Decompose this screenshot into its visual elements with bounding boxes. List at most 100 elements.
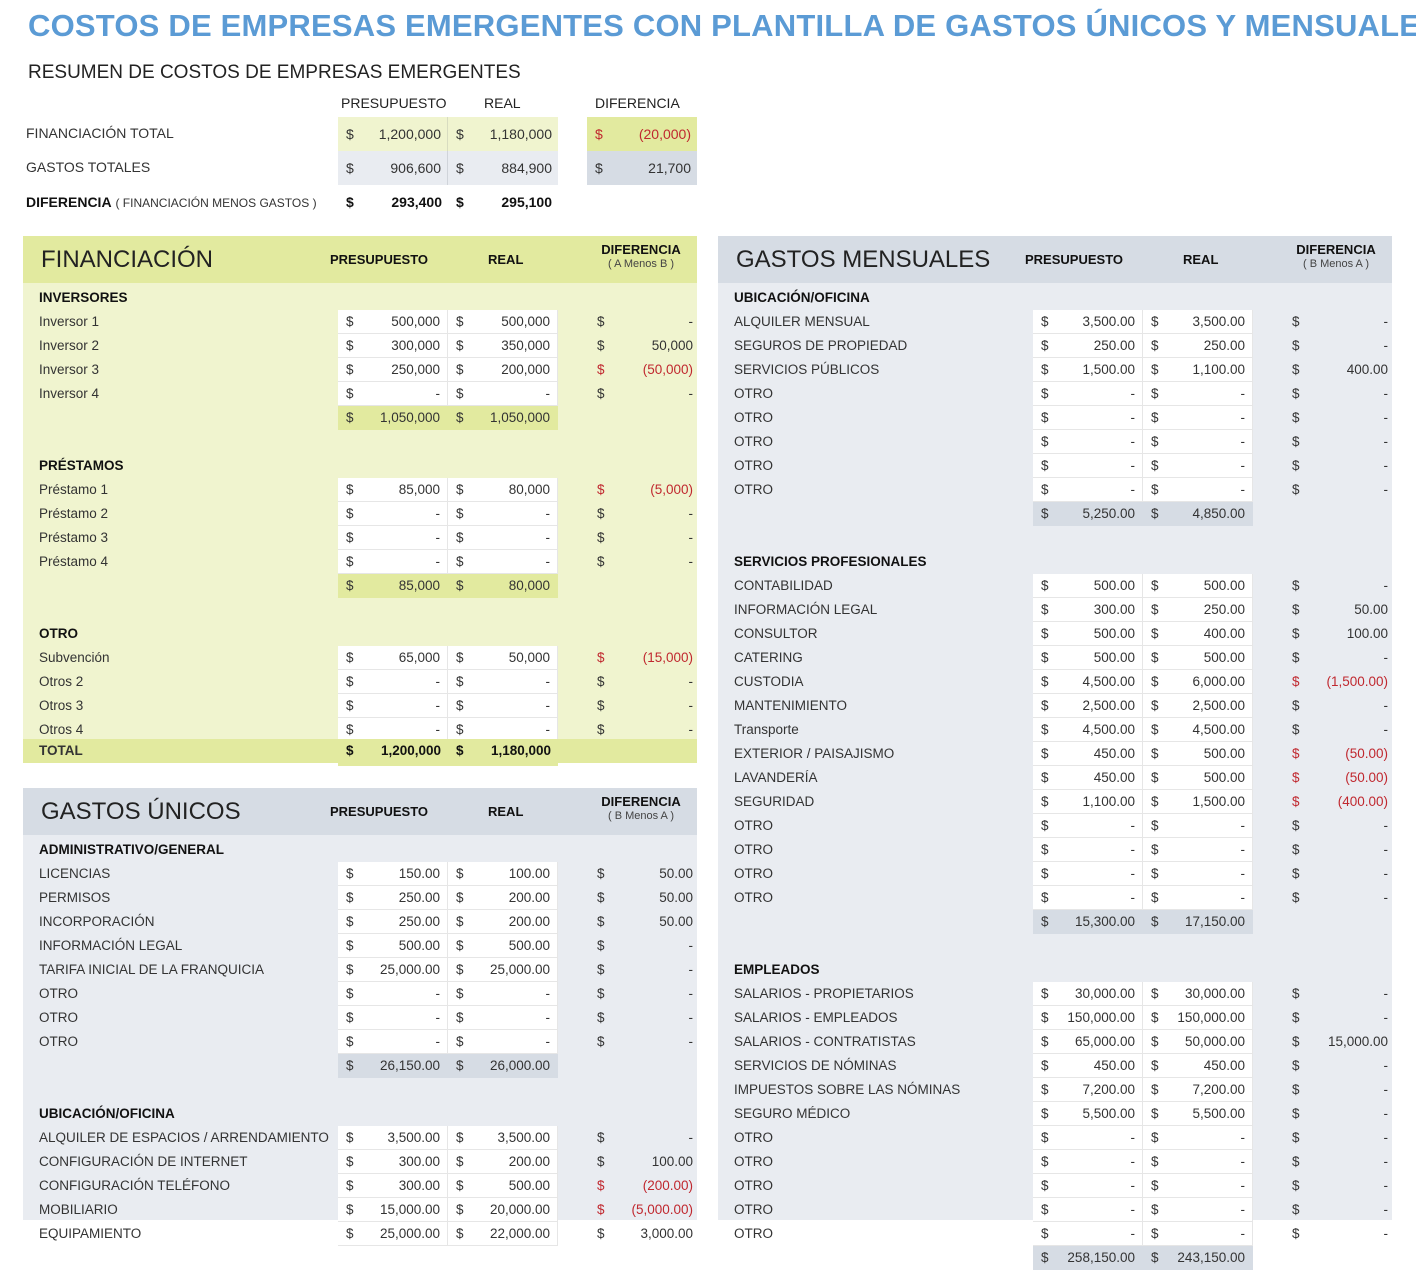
actual-input[interactable]: $ - xyxy=(448,502,558,526)
budget-input[interactable]: $ - xyxy=(338,694,448,718)
budget-input[interactable]: $ - xyxy=(1033,886,1143,910)
actual-input[interactable]: $1,100.00 xyxy=(1143,358,1253,382)
actual-input[interactable]: $500.00 xyxy=(1143,766,1253,790)
budget-input[interactable]: $ - xyxy=(1033,838,1143,862)
budget-input[interactable]: $65,000 xyxy=(338,646,448,670)
actual-input[interactable]: $500.00 xyxy=(1143,574,1253,598)
budget-input[interactable]: $85,000 xyxy=(338,478,448,502)
budget-input[interactable]: $ - xyxy=(1033,430,1143,454)
budget-input[interactable]: $ - xyxy=(1033,1150,1143,1174)
actual-input[interactable]: $ - xyxy=(448,694,558,718)
budget-input[interactable]: $30,000.00 xyxy=(1033,982,1143,1006)
budget-input[interactable]: $450.00 xyxy=(1033,1054,1143,1078)
budget-input[interactable]: $300.00 xyxy=(338,1150,448,1174)
budget-input[interactable]: $150.00 xyxy=(338,862,448,886)
actual-input[interactable]: $150,000.00 xyxy=(1143,1006,1253,1030)
actual-input[interactable]: $30,000.00 xyxy=(1143,982,1253,1006)
budget-input[interactable]: $ - xyxy=(338,382,448,406)
actual-input[interactable]: $6,000.00 xyxy=(1143,670,1253,694)
budget-input[interactable]: $250.00 xyxy=(1033,334,1143,358)
budget-input[interactable]: $4,500.00 xyxy=(1033,670,1143,694)
budget-input[interactable]: $65,000.00 xyxy=(1033,1030,1143,1054)
budget-input[interactable]: $25,000.00 xyxy=(338,1222,448,1246)
actual-input[interactable]: $ - xyxy=(448,670,558,694)
budget-input[interactable]: $ - xyxy=(338,982,448,1006)
actual-input[interactable]: $ - xyxy=(448,982,558,1006)
budget-input[interactable]: $250.00 xyxy=(338,910,448,934)
budget-input[interactable]: $ - xyxy=(338,670,448,694)
budget-input[interactable]: $450.00 xyxy=(1033,766,1143,790)
actual-input[interactable]: $ - xyxy=(1143,1126,1253,1150)
actual-input[interactable]: $50,000 xyxy=(448,646,558,670)
budget-input[interactable]: $ - xyxy=(1033,478,1143,502)
actual-input[interactable]: $2,500.00 xyxy=(1143,694,1253,718)
budget-input[interactable]: $500,000 xyxy=(338,310,448,334)
actual-input[interactable]: $500.00 xyxy=(1143,742,1253,766)
actual-input[interactable]: $22,000.00 xyxy=(448,1222,558,1246)
budget-input[interactable]: $1,500.00 xyxy=(1033,358,1143,382)
actual-input[interactable]: $ - xyxy=(1143,382,1253,406)
budget-input[interactable]: $ - xyxy=(1033,382,1143,406)
budget-input[interactable]: $ - xyxy=(338,1030,448,1054)
budget-input[interactable]: $ - xyxy=(1033,454,1143,478)
actual-input[interactable]: $7,200.00 xyxy=(1143,1078,1253,1102)
actual-input[interactable]: $450.00 xyxy=(1143,1054,1253,1078)
actual-input[interactable]: $ - xyxy=(448,550,558,574)
budget-input[interactable]: $5,500.00 xyxy=(1033,1102,1143,1126)
budget-input[interactable]: $ - xyxy=(338,526,448,550)
budget-input[interactable]: $150,000.00 xyxy=(1033,1006,1143,1030)
actual-input[interactable]: $ - xyxy=(1143,1174,1253,1198)
budget-input[interactable]: $300.00 xyxy=(338,1174,448,1198)
actual-input[interactable]: $ - xyxy=(448,382,558,406)
budget-input[interactable]: $ - xyxy=(1033,406,1143,430)
actual-input[interactable]: $200.00 xyxy=(448,886,558,910)
budget-input[interactable]: $300.00 xyxy=(1033,598,1143,622)
budget-input[interactable]: $15,000.00 xyxy=(338,1198,448,1222)
budget-input[interactable]: $2,500.00 xyxy=(1033,694,1143,718)
actual-input[interactable]: $ - xyxy=(1143,814,1253,838)
actual-input[interactable]: $4,500.00 xyxy=(1143,718,1253,742)
actual-input[interactable]: $ - xyxy=(448,1006,558,1030)
actual-input[interactable]: $ - xyxy=(448,1030,558,1054)
budget-input[interactable]: $ - xyxy=(1033,1222,1143,1246)
budget-input[interactable]: $ - xyxy=(338,550,448,574)
budget-input[interactable]: $ - xyxy=(1033,1126,1143,1150)
actual-input[interactable]: $20,000.00 xyxy=(448,1198,558,1222)
actual-input[interactable]: $5,500.00 xyxy=(1143,1102,1253,1126)
budget-input[interactable]: $25,000.00 xyxy=(338,958,448,982)
actual-input[interactable]: $200.00 xyxy=(448,1150,558,1174)
budget-input[interactable]: $500.00 xyxy=(338,934,448,958)
budget-input[interactable]: $ - xyxy=(338,1006,448,1030)
actual-input[interactable]: $ - xyxy=(1143,478,1253,502)
actual-input[interactable]: $200,000 xyxy=(448,358,558,382)
budget-input[interactable]: $1,100.00 xyxy=(1033,790,1143,814)
actual-input[interactable]: $500.00 xyxy=(448,1174,558,1198)
budget-input[interactable]: $ - xyxy=(1033,862,1143,886)
actual-input[interactable]: $200.00 xyxy=(448,910,558,934)
budget-input[interactable]: $ - xyxy=(338,502,448,526)
actual-input[interactable]: $ - xyxy=(448,526,558,550)
budget-input[interactable]: $3,500.00 xyxy=(1033,310,1143,334)
actual-input[interactable]: $ - xyxy=(1143,454,1253,478)
actual-input[interactable]: $100.00 xyxy=(448,862,558,886)
budget-input[interactable]: $500.00 xyxy=(1033,574,1143,598)
actual-input[interactable]: $350,000 xyxy=(448,334,558,358)
actual-input[interactable]: $400.00 xyxy=(1143,622,1253,646)
actual-input[interactable]: $ - xyxy=(1143,862,1253,886)
budget-input[interactable]: $3,500.00 xyxy=(338,1126,448,1150)
actual-input[interactable]: $3,500.00 xyxy=(448,1126,558,1150)
budget-input[interactable]: $4,500.00 xyxy=(1033,718,1143,742)
actual-input[interactable]: $ - xyxy=(1143,406,1253,430)
budget-input[interactable]: $500.00 xyxy=(1033,622,1143,646)
actual-input[interactable]: $250.00 xyxy=(1143,334,1253,358)
actual-input[interactable]: $50,000.00 xyxy=(1143,1030,1253,1054)
budget-input[interactable]: $500.00 xyxy=(1033,646,1143,670)
budget-input[interactable]: $ - xyxy=(1033,1174,1143,1198)
budget-input[interactable]: $7,200.00 xyxy=(1033,1078,1143,1102)
actual-input[interactable]: $80,000 xyxy=(448,478,558,502)
budget-input[interactable]: $ - xyxy=(1033,1198,1143,1222)
budget-input[interactable]: $300,000 xyxy=(338,334,448,358)
actual-input[interactable]: $25,000.00 xyxy=(448,958,558,982)
actual-input[interactable]: $500.00 xyxy=(448,934,558,958)
budget-input[interactable]: $250.00 xyxy=(338,886,448,910)
